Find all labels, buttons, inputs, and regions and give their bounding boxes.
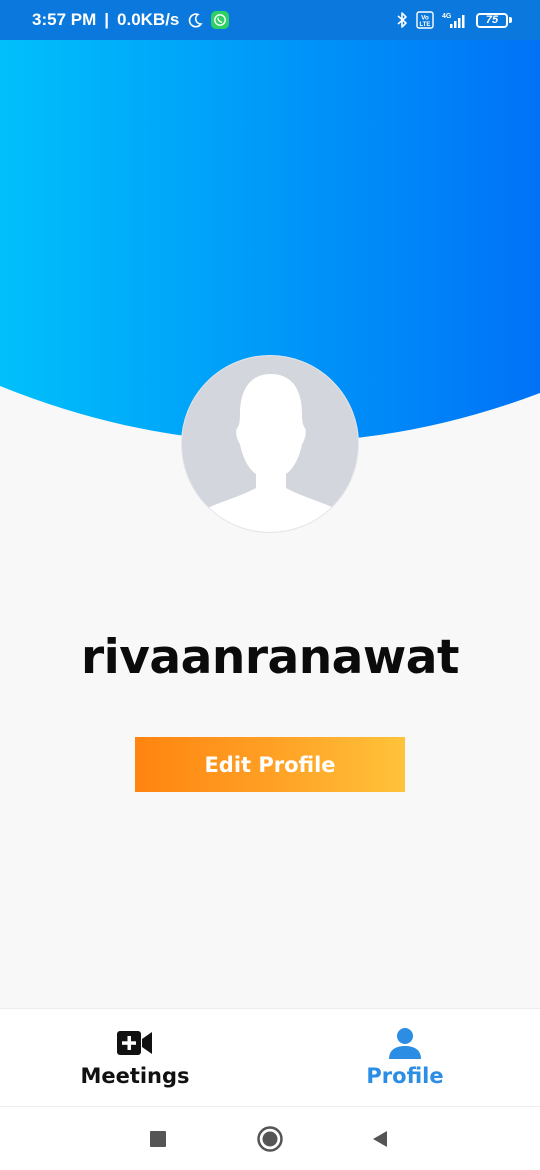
signal-icon: 4G — [442, 13, 465, 28]
nav-item-profile[interactable]: Profile — [270, 1009, 540, 1107]
whatsapp-icon — [211, 11, 230, 29]
nav-label-meetings: Meetings — [80, 1064, 190, 1088]
volte-icon: Vo LTE — [416, 11, 434, 29]
profile-avatar[interactable] — [181, 355, 359, 533]
back-button[interactable] — [366, 1125, 394, 1153]
svg-text:4G: 4G — [442, 13, 452, 20]
status-left: 3:57 PM | 0.0KB/s — [32, 10, 230, 30]
default-avatar-icon — [208, 374, 334, 532]
back-triangle-icon — [373, 1131, 387, 1147]
bottom-navigation: Meetings Profile — [0, 1008, 540, 1106]
svg-text:Vo: Vo — [421, 15, 429, 22]
recents-square-icon — [150, 1131, 166, 1147]
system-navigation-bar — [0, 1106, 540, 1170]
profile-screen: 3:57 PM | 0.0KB/s Vo LTE 4G 75 rivaanran… — [0, 0, 540, 1170]
person-icon — [389, 1028, 421, 1059]
home-button[interactable] — [256, 1125, 284, 1153]
network-speed: 0.0KB/s — [117, 10, 180, 29]
svg-text:LTE: LTE — [420, 22, 431, 28]
bluetooth-icon — [397, 12, 407, 28]
battery-level: 75 — [476, 12, 508, 28]
status-separator: | — [104, 10, 110, 29]
video-add-icon — [117, 1031, 152, 1055]
status-time: 3:57 PM — [32, 10, 97, 29]
status-bar: 3:57 PM | 0.0KB/s Vo LTE 4G 75 — [0, 0, 540, 40]
username: rivaanranawat — [81, 630, 460, 685]
nav-label-profile: Profile — [366, 1064, 444, 1088]
recents-button[interactable] — [144, 1125, 172, 1153]
battery-icon: 75 — [476, 12, 512, 28]
moon-icon — [189, 13, 203, 28]
edit-profile-button[interactable]: Edit Profile — [135, 737, 405, 792]
status-right: Vo LTE 4G 75 — [396, 11, 512, 29]
home-circle-icon — [257, 1126, 283, 1152]
nav-item-meetings[interactable]: Meetings — [0, 1009, 270, 1107]
